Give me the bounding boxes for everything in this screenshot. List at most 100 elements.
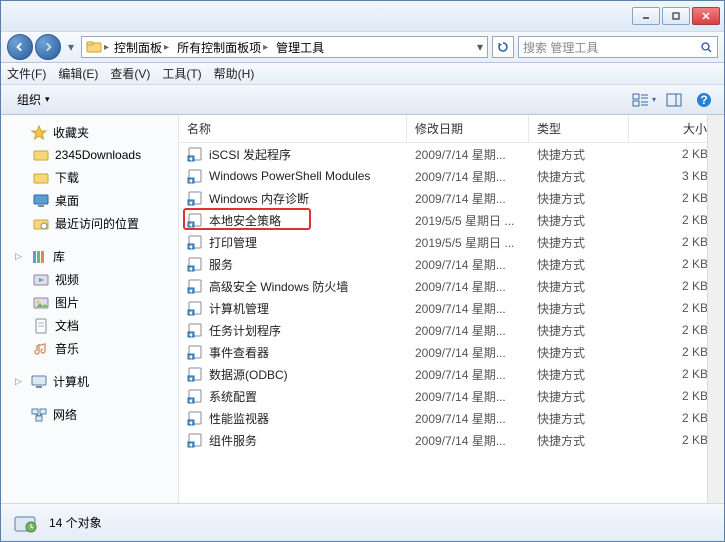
- close-button[interactable]: [692, 7, 720, 25]
- history-dropdown[interactable]: ▾: [65, 40, 77, 54]
- file-row[interactable]: 组件服务2009/7/14 星期...快捷方式2 KB: [179, 429, 724, 451]
- file-row[interactable]: 事件查看器2009/7/14 星期...快捷方式2 KB: [179, 341, 724, 363]
- organize-button[interactable]: 组织 ▾: [9, 89, 58, 110]
- file-row[interactable]: 服务2009/7/14 星期...快捷方式2 KB: [179, 253, 724, 275]
- file-name: 计算机管理: [209, 300, 269, 317]
- file-name: 事件查看器: [209, 344, 269, 361]
- breadcrumb-item[interactable]: 管理工具: [273, 38, 327, 57]
- sidebar-item[interactable]: 下载: [1, 166, 178, 189]
- chevron-right-icon: ▸: [164, 42, 169, 53]
- svg-text:?: ?: [700, 93, 707, 107]
- sidebar-item[interactable]: 2345Downloads: [1, 144, 178, 166]
- file-row[interactable]: 系统配置2009/7/14 星期...快捷方式2 KB: [179, 385, 724, 407]
- shortcut-icon: [187, 146, 203, 162]
- file-row[interactable]: 数据源(ODBC)2009/7/14 星期...快捷方式2 KB: [179, 363, 724, 385]
- file-name: 组件服务: [209, 432, 257, 449]
- column-name[interactable]: 名称: [179, 115, 407, 142]
- file-date: 2009/7/14 星期...: [407, 168, 529, 185]
- breadcrumb-item[interactable]: 控制面板▸: [111, 38, 172, 57]
- column-date[interactable]: 修改日期: [407, 115, 529, 142]
- file-type: 快捷方式: [529, 388, 629, 405]
- shortcut-icon: [187, 322, 203, 338]
- file-type: 快捷方式: [529, 190, 629, 207]
- file-row[interactable]: 任务计划程序2009/7/14 星期...快捷方式2 KB: [179, 319, 724, 341]
- breadcrumb-item[interactable]: 所有控制面板项▸: [174, 38, 271, 57]
- file-type: 快捷方式: [529, 146, 629, 163]
- menu-tools[interactable]: 工具(T): [162, 65, 201, 82]
- file-type: 快捷方式: [529, 432, 629, 449]
- file-type: 快捷方式: [529, 256, 629, 273]
- file-date: 2009/7/14 星期...: [407, 432, 529, 449]
- refresh-button[interactable]: [492, 36, 514, 58]
- address-dropdown[interactable]: ▾: [477, 40, 483, 54]
- file-type: 快捷方式: [529, 300, 629, 317]
- help-button[interactable]: ?: [692, 89, 716, 111]
- sidebar-favorites[interactable]: 收藏夹: [1, 121, 178, 144]
- file-type: 快捷方式: [529, 322, 629, 339]
- sidebar-item[interactable]: 桌面: [1, 189, 178, 212]
- file-name: 数据源(ODBC): [209, 366, 288, 383]
- file-date: 2009/7/14 星期...: [407, 322, 529, 339]
- maximize-button[interactable]: [662, 7, 690, 25]
- file-row[interactable]: 打印管理2019/5/5 星期日 ...快捷方式2 KB: [179, 231, 724, 253]
- forward-button[interactable]: [35, 34, 61, 60]
- video-icon: [33, 272, 49, 288]
- file-date: 2019/5/5 星期日 ...: [407, 234, 529, 251]
- chevron-right-icon: ▸: [263, 42, 268, 53]
- sidebar-item[interactable]: 最近访问的位置: [1, 212, 178, 235]
- file-type: 快捷方式: [529, 212, 629, 229]
- file-row[interactable]: Windows 内存诊断2009/7/14 星期...快捷方式2 KB: [179, 187, 724, 209]
- download-icon: [33, 170, 49, 186]
- shortcut-icon: [187, 234, 203, 250]
- scrollbar[interactable]: [707, 115, 724, 503]
- file-date: 2009/7/14 星期...: [407, 344, 529, 361]
- chevron-right-icon: ▸: [104, 42, 109, 53]
- file-name: 打印管理: [209, 234, 257, 251]
- preview-pane-button[interactable]: [662, 89, 686, 111]
- minimize-button[interactable]: [632, 7, 660, 25]
- explorer-window: ▾ ▸ 控制面板▸ 所有控制面板项▸ 管理工具 ▾ 搜索 管理工具 文件(F) …: [0, 0, 725, 542]
- back-button[interactable]: [7, 34, 33, 60]
- file-row[interactable]: 计算机管理2009/7/14 星期...快捷方式2 KB: [179, 297, 724, 319]
- sidebar-libraries[interactable]: ▷库: [1, 245, 178, 268]
- address-bar[interactable]: ▸ 控制面板▸ 所有控制面板项▸ 管理工具 ▾: [81, 36, 488, 58]
- file-date: 2009/7/14 星期...: [407, 366, 529, 383]
- shortcut-icon: [187, 300, 203, 316]
- menu-help[interactable]: 帮助(H): [214, 65, 255, 82]
- sidebar-item[interactable]: 文档: [1, 314, 178, 337]
- tools-icon: [11, 509, 39, 537]
- file-type: 快捷方式: [529, 234, 629, 251]
- sidebar-item[interactable]: 视频: [1, 268, 178, 291]
- sidebar-item[interactable]: 图片: [1, 291, 178, 314]
- statusbar: 14 个对象: [1, 503, 724, 541]
- file-type: 快捷方式: [529, 366, 629, 383]
- folder-icon: [33, 147, 49, 163]
- sidebar-item[interactable]: 音乐: [1, 337, 178, 360]
- file-row[interactable]: 本地安全策略2019/5/5 星期日 ...快捷方式2 KB: [179, 209, 724, 231]
- file-date: 2009/7/14 星期...: [407, 410, 529, 427]
- shortcut-icon: [187, 366, 203, 382]
- file-name: 任务计划程序: [209, 322, 281, 339]
- file-name: iSCSI 发起程序: [209, 146, 291, 163]
- sidebar-network[interactable]: 网络: [1, 403, 178, 426]
- network-icon: [31, 407, 47, 423]
- titlebar: [1, 1, 724, 31]
- file-date: 2009/7/14 星期...: [407, 256, 529, 273]
- search-input[interactable]: 搜索 管理工具: [518, 36, 718, 58]
- column-type[interactable]: 类型: [529, 115, 629, 142]
- view-mode-button[interactable]: ▾: [632, 89, 656, 111]
- search-icon: [700, 41, 713, 54]
- file-row[interactable]: Windows PowerShell Modules2009/7/14 星期..…: [179, 165, 724, 187]
- shortcut-icon: [187, 190, 203, 206]
- menu-edit[interactable]: 编辑(E): [58, 65, 98, 82]
- menu-view[interactable]: 查看(V): [110, 65, 150, 82]
- chevron-down-icon: ▾: [45, 94, 50, 105]
- library-icon: [31, 249, 47, 265]
- file-row[interactable]: iSCSI 发起程序2009/7/14 星期...快捷方式2 KB: [179, 143, 724, 165]
- file-row[interactable]: 高级安全 Windows 防火墙2009/7/14 星期...快捷方式2 KB: [179, 275, 724, 297]
- file-type: 快捷方式: [529, 278, 629, 295]
- navigation-pane: 收藏夹 2345Downloads 下载 桌面 最近访问的位置 ▷库 视频 图片…: [1, 115, 179, 503]
- menu-file[interactable]: 文件(F): [7, 65, 46, 82]
- sidebar-computer[interactable]: ▷计算机: [1, 370, 178, 393]
- file-row[interactable]: 性能监视器2009/7/14 星期...快捷方式2 KB: [179, 407, 724, 429]
